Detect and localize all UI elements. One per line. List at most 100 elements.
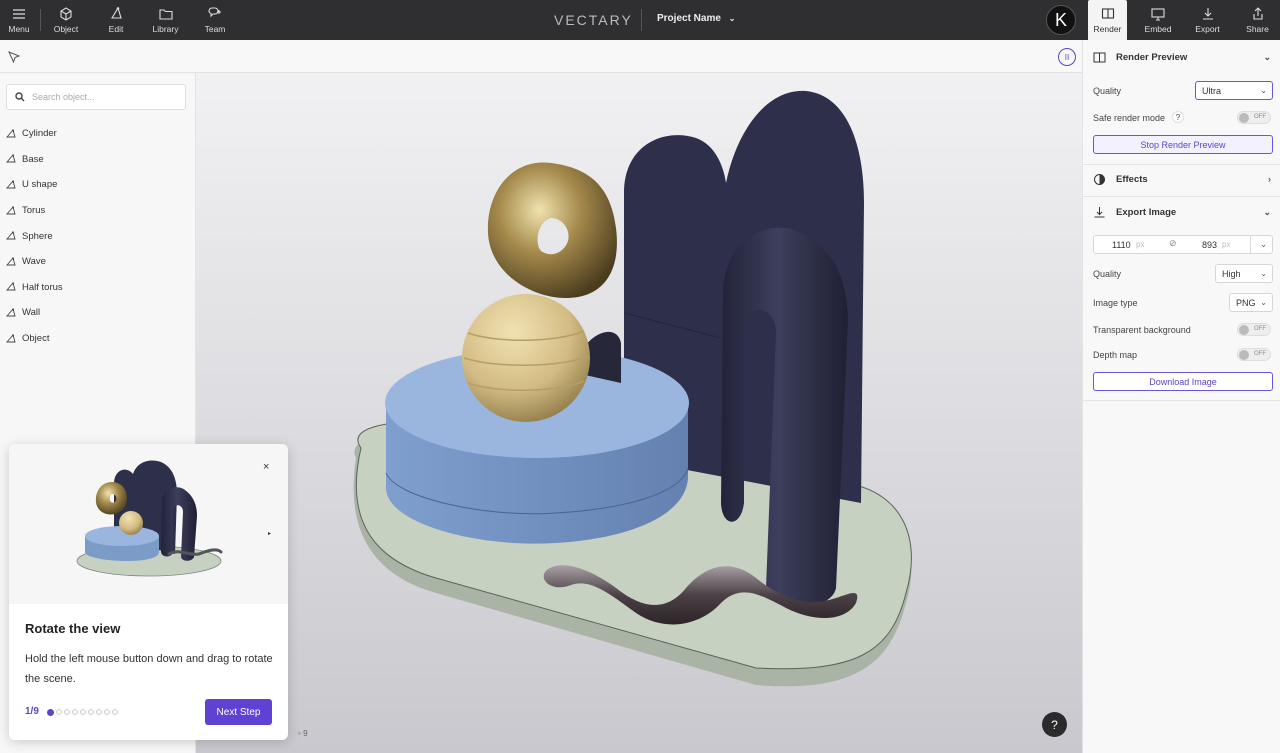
project-name-dropdown[interactable]: Project Name ⌄ [657,13,735,24]
tour-dot[interactable] [47,709,54,716]
object-list-item[interactable]: Sphere [0,223,196,249]
export-button[interactable]: Export [1190,0,1225,40]
export-image-title: Export Image [1116,206,1177,218]
render-label: Render [1093,24,1122,34]
mesh-object-icon [6,205,16,215]
depth-map-label: Depth map [1093,350,1138,360]
object-name: Cylinder [22,128,57,140]
library-label: Library [152,24,179,34]
download-icon [1202,8,1213,20]
field-divider [1250,235,1251,254]
tour-illustration [9,444,288,604]
search-input[interactable] [32,92,172,102]
object-list-item[interactable]: Cylinder [0,121,196,147]
quality-value: Ultra [1202,85,1222,96]
tour-dot[interactable] [72,709,78,715]
toggle-state: OFF [1254,351,1266,357]
section-divider [1083,400,1280,401]
depth-map-toggle[interactable]: OFF [1237,348,1271,361]
tour-next-arrow-icon[interactable]: ▸ [268,530,271,537]
object-list-item[interactable]: Torus [0,198,196,224]
effects-header[interactable]: Effects › [1083,164,1280,194]
object-list-item[interactable]: Object [0,326,196,352]
user-avatar[interactable]: K [1046,5,1076,35]
object-name: Wall [22,307,41,319]
mesh-object-icon [6,231,16,240]
export-image-header[interactable]: Export Image ⌄ [1083,197,1280,227]
height-value[interactable]: 893 [1202,240,1217,250]
tour-close-button[interactable]: × [263,461,269,473]
chevron-down-icon[interactable]: ⌄ [1260,240,1267,249]
edit-label: Edit [108,24,124,34]
search-box[interactable] [6,84,186,110]
tour-dot[interactable] [80,709,86,715]
tour-step-counter: 1/9 [25,706,39,717]
render-icon [1101,8,1114,19]
tour-dot[interactable] [56,709,62,715]
tour-dot[interactable] [104,709,110,715]
select-cursor-icon[interactable] [7,50,21,64]
pause-render-button[interactable]: II [1058,48,1076,66]
image-type-label: Image type [1093,298,1138,308]
link-icon[interactable]: ⊘ [1169,238,1177,249]
tour-dot[interactable] [88,709,94,715]
chevron-down-icon: ⌄ [1263,207,1271,217]
quality-select[interactable]: Ultra ⌄ [1195,81,1273,100]
object-list-item[interactable]: Base [0,147,196,173]
toggle-knob [1239,113,1249,123]
embed-button[interactable]: Embed [1140,0,1176,40]
team-chat-icon [208,7,221,18]
object-list-item[interactable]: Wave [0,249,196,275]
tour-dot[interactable] [112,709,118,715]
transparent-bg-toggle[interactable]: OFF [1237,323,1271,336]
export-label: Export [1195,24,1220,34]
object-name: U shape [22,179,58,191]
scene-render[interactable] [196,73,1082,753]
team-button[interactable]: Team [200,0,230,40]
edit-button[interactable]: Edit [100,0,132,40]
mesh-object-icon [6,180,16,189]
share-label: Share [1246,24,1269,34]
tour-dot[interactable] [64,709,70,715]
transparent-bg-label: Transparent background [1093,325,1191,335]
menu-button[interactable]: Menu [4,0,34,40]
render-preview-header[interactable]: Render Preview ⌄ [1083,42,1280,72]
object-count: ▫ 9 [298,729,308,738]
object-name: Object [22,333,50,345]
share-icon [1252,7,1263,20]
mini-scene-image [76,460,223,577]
render-preview-title: Render Preview [1116,51,1188,63]
export-quality-select[interactable]: High ⌄ [1215,264,1273,283]
safe-mode-label: Safe render mode [1093,113,1166,123]
library-button[interactable]: Library [148,0,183,40]
share-button[interactable]: Share [1240,0,1275,40]
render-tab[interactable]: Render [1088,0,1127,40]
object-list-item[interactable]: U shape [0,172,196,198]
image-type-select[interactable]: PNG ⌄ [1229,293,1273,312]
export-quality-label: Quality [1093,269,1122,279]
object-button[interactable]: Object [50,0,82,40]
title-divider [641,9,642,31]
width-value[interactable]: 1110 [1112,240,1131,250]
download-image-button[interactable]: Download Image [1093,372,1273,391]
render-panel: Render Preview ⌄ Quality Ultra ⌄ Safe re… [1082,40,1280,753]
toolbar-divider [40,9,41,31]
stop-render-preview-button[interactable]: Stop Render Preview [1093,135,1273,154]
vectary-logo: VECTARY [554,12,633,28]
3d-viewport[interactable] [196,73,1082,753]
object-name: Torus [22,205,46,217]
help-button[interactable]: ? [1042,712,1067,737]
object-list-item[interactable]: Wall [0,300,196,326]
object-list-item[interactable]: Half torus [0,275,196,301]
mesh-object-icon [6,282,16,291]
toggle-state: OFF [1254,326,1266,332]
image-size-field[interactable]: 1110 px ⊘ 893 px ⌄ [1093,235,1273,254]
folder-icon [158,9,173,20]
next-step-button[interactable]: Next Step [205,699,272,725]
height-unit: px [1222,240,1231,249]
tour-dot[interactable] [96,709,102,715]
search-icon [15,92,25,102]
embed-label: Embed [1144,24,1172,34]
safe-mode-toggle[interactable]: OFF [1237,111,1271,124]
safe-mode-help-icon[interactable]: ? [1172,111,1184,123]
